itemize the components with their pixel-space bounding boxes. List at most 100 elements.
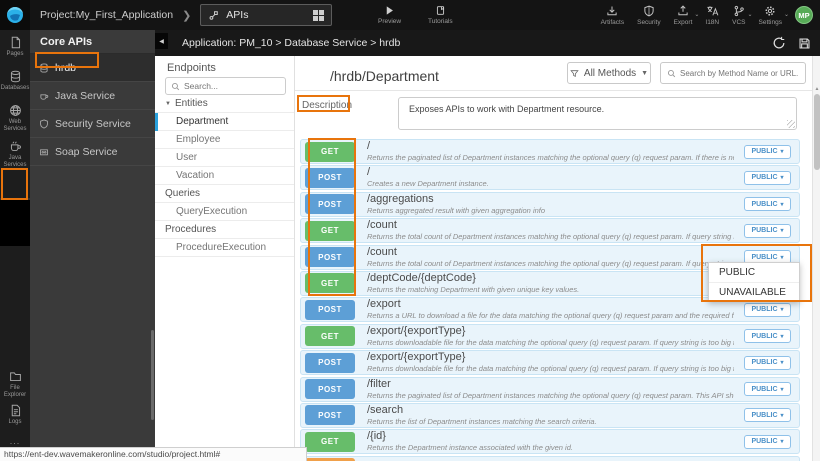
play-icon xyxy=(384,5,395,16)
access-dropdown-button[interactable]: PUBLIC▾ xyxy=(744,197,791,211)
vcs-button[interactable]: ⌄ VCS xyxy=(732,5,745,26)
all-methods-filter-button[interactable]: All Methods ▼ xyxy=(567,62,651,84)
artifacts-button[interactable]: Artifacts xyxy=(601,5,624,26)
endpoint-row[interactable]: GET /{id}Returns the Department instance… xyxy=(300,429,800,454)
endpoint-row[interactable]: POST /aggregationsReturns aggregated res… xyxy=(300,192,800,217)
scroll-up-arrow-icon[interactable]: ▲ xyxy=(814,86,820,92)
entity-item-user[interactable]: User xyxy=(155,149,294,167)
access-label: PUBLIC xyxy=(751,333,777,340)
sidebar-item-databases[interactable]: Databases xyxy=(0,70,30,92)
branch-icon xyxy=(733,5,745,17)
menu-item-public[interactable]: PUBLIC xyxy=(709,263,799,282)
access-dropdown-button[interactable]: PUBLIC▾ xyxy=(744,435,791,449)
endpoint-row[interactable]: GET /countReturns the total count of Dep… xyxy=(300,218,800,243)
section-queries[interactable]: Queries xyxy=(155,185,294,203)
tab-apis[interactable]: APIs xyxy=(200,4,332,26)
shield-icon xyxy=(39,119,49,129)
query-item-queryexecution[interactable]: QueryExecution xyxy=(155,203,294,221)
method-search-input[interactable] xyxy=(680,69,799,78)
grid-icon[interactable] xyxy=(313,10,324,21)
description-box: Exposes APIs to work with Department res… xyxy=(398,97,797,130)
section-entities[interactable]: ▼ Entities xyxy=(155,95,294,113)
caret-down-icon: ▾ xyxy=(781,306,784,313)
core-api-item-security-service[interactable]: Security Service xyxy=(30,110,155,138)
endpoint-row[interactable]: POST /searchReturns the list of Departme… xyxy=(300,403,800,428)
core-api-item-hrdb[interactable]: hrdb xyxy=(30,54,155,82)
method-badge: GET xyxy=(305,142,355,162)
coffee-icon xyxy=(39,91,49,101)
endpoint-row-partial[interactable] xyxy=(300,456,800,461)
database-icon xyxy=(39,63,49,73)
i18n-button[interactable]: I18N xyxy=(705,5,719,26)
chevron-right-icon: ❯ xyxy=(182,9,191,22)
endpoints-search[interactable] xyxy=(165,77,286,95)
access-dropdown-button[interactable]: PUBLIC▾ xyxy=(744,408,791,422)
endpoint-row[interactable]: POST /Creates a new Department instance.… xyxy=(300,165,800,190)
sidebar-item-java-services[interactable]: Java Services xyxy=(0,140,30,168)
access-dropdown-button[interactable]: PUBLIC▾ xyxy=(744,356,791,370)
project-name[interactable]: Project:My_First_Application xyxy=(40,9,173,21)
access-dropdown-button[interactable]: PUBLIC▾ xyxy=(744,382,791,396)
access-label: PUBLIC xyxy=(751,438,777,445)
endpoint-row[interactable]: GET /export/{exportType}Returns download… xyxy=(300,324,800,349)
section-procedures[interactable]: Procedures xyxy=(155,221,294,239)
endpoint-path: /export/{exportType} xyxy=(367,352,734,363)
sidebar-item-pages[interactable]: Pages xyxy=(0,36,30,58)
entity-item-department[interactable]: Department xyxy=(155,113,294,131)
export-button[interactable]: ⌄ Export xyxy=(674,5,693,26)
access-dropdown-button[interactable]: PUBLIC▾ xyxy=(744,145,791,159)
user-avatar[interactable]: MP xyxy=(795,6,813,24)
procedure-item-procedureexecution[interactable]: ProcedureExecution xyxy=(155,239,294,257)
scrollbar-thumb[interactable] xyxy=(814,94,820,170)
entity-item-vacation[interactable]: Vacation xyxy=(155,167,294,185)
method-badge: POST xyxy=(305,168,355,188)
endpoint-description: Returns a URL to download a file for the… xyxy=(367,311,734,320)
endpoints-search-input[interactable] xyxy=(184,81,280,91)
core-apis-panel: Core APIs hrdb Java Service Security Ser… xyxy=(30,30,155,461)
application-breadcrumb-bar: Application: PM_10 > Database Service > … xyxy=(155,30,820,56)
access-dropdown-button[interactable]: PUBLIC▾ xyxy=(744,303,791,317)
endpoint-row[interactable]: POST /export/{exportType}Returns downloa… xyxy=(300,350,800,375)
endpoint-description: Returns the paginated list of Department… xyxy=(367,391,734,400)
caret-down-icon: ▾ xyxy=(781,333,784,340)
description-textarea[interactable]: Exposes APIs to work with Department res… xyxy=(398,97,797,130)
security-button[interactable]: Security xyxy=(637,5,660,26)
caret-down-icon: ▾ xyxy=(781,254,784,261)
endpoint-row[interactable]: POST /filterReturns the paginated list o… xyxy=(300,377,800,402)
endpoint-description: Creates a new Department instance. xyxy=(367,179,734,188)
method-badge: POST xyxy=(305,247,355,267)
refresh-button[interactable] xyxy=(772,36,786,50)
api-detail-panel: /hrdb/Department All Methods ▼ Descripti… xyxy=(295,56,812,461)
collapse-panel-button[interactable]: ◀ xyxy=(155,33,168,49)
sidebar-item-file-explorer[interactable]: File Explorer xyxy=(0,370,30,398)
resize-grip-icon[interactable] xyxy=(787,120,795,128)
tab-apis-label: APIs xyxy=(226,9,306,21)
endpoint-row[interactable]: GET /Returns the paginated list of Depar… xyxy=(300,139,800,164)
overflow-dots[interactable]: ... xyxy=(0,436,30,446)
chevron-down-icon: ⌄ xyxy=(694,11,699,18)
method-search[interactable] xyxy=(660,62,806,84)
core-api-item-java-service[interactable]: Java Service xyxy=(30,82,155,110)
endpoint-path: / xyxy=(367,141,734,152)
access-dropdown-button[interactable]: PUBLIC ▾ xyxy=(744,329,791,343)
access-dropdown-button[interactable]: PUBLIC▾ xyxy=(744,224,791,238)
core-panel-scrollbar[interactable] xyxy=(151,330,154,420)
preview-button[interactable]: Preview xyxy=(378,5,401,25)
vertical-scrollbar[interactable]: ▲ xyxy=(812,56,820,461)
core-api-item-soap-service[interactable]: Soap Service xyxy=(30,138,155,166)
menu-item-unavailable[interactable]: UNAVAILABLE xyxy=(709,282,799,301)
shield-icon xyxy=(643,5,655,17)
endpoint-description: Returns the total count of Department in… xyxy=(367,232,734,241)
endpoint-description: Returns the matching Department with giv… xyxy=(367,285,734,294)
tutorials-button[interactable]: Tutorials xyxy=(428,5,453,25)
sidebar-item-web-services[interactable]: Web Services xyxy=(0,104,30,132)
access-dropdown-button[interactable]: PUBLIC▾ xyxy=(744,171,791,185)
entity-item-employee[interactable]: Employee xyxy=(155,131,294,149)
access-label: PUBLIC xyxy=(751,148,777,155)
endpoints-panel: Endpoints ▼ Entities Department Employee… xyxy=(155,56,295,461)
sidebar-item-logs[interactable]: Logs xyxy=(0,404,30,426)
save-button[interactable] xyxy=(798,37,811,50)
method-badge: POST xyxy=(305,405,355,425)
settings-button[interactable]: ⌄ Settings xyxy=(759,5,783,26)
wavemaker-logo-icon[interactable] xyxy=(0,0,30,30)
